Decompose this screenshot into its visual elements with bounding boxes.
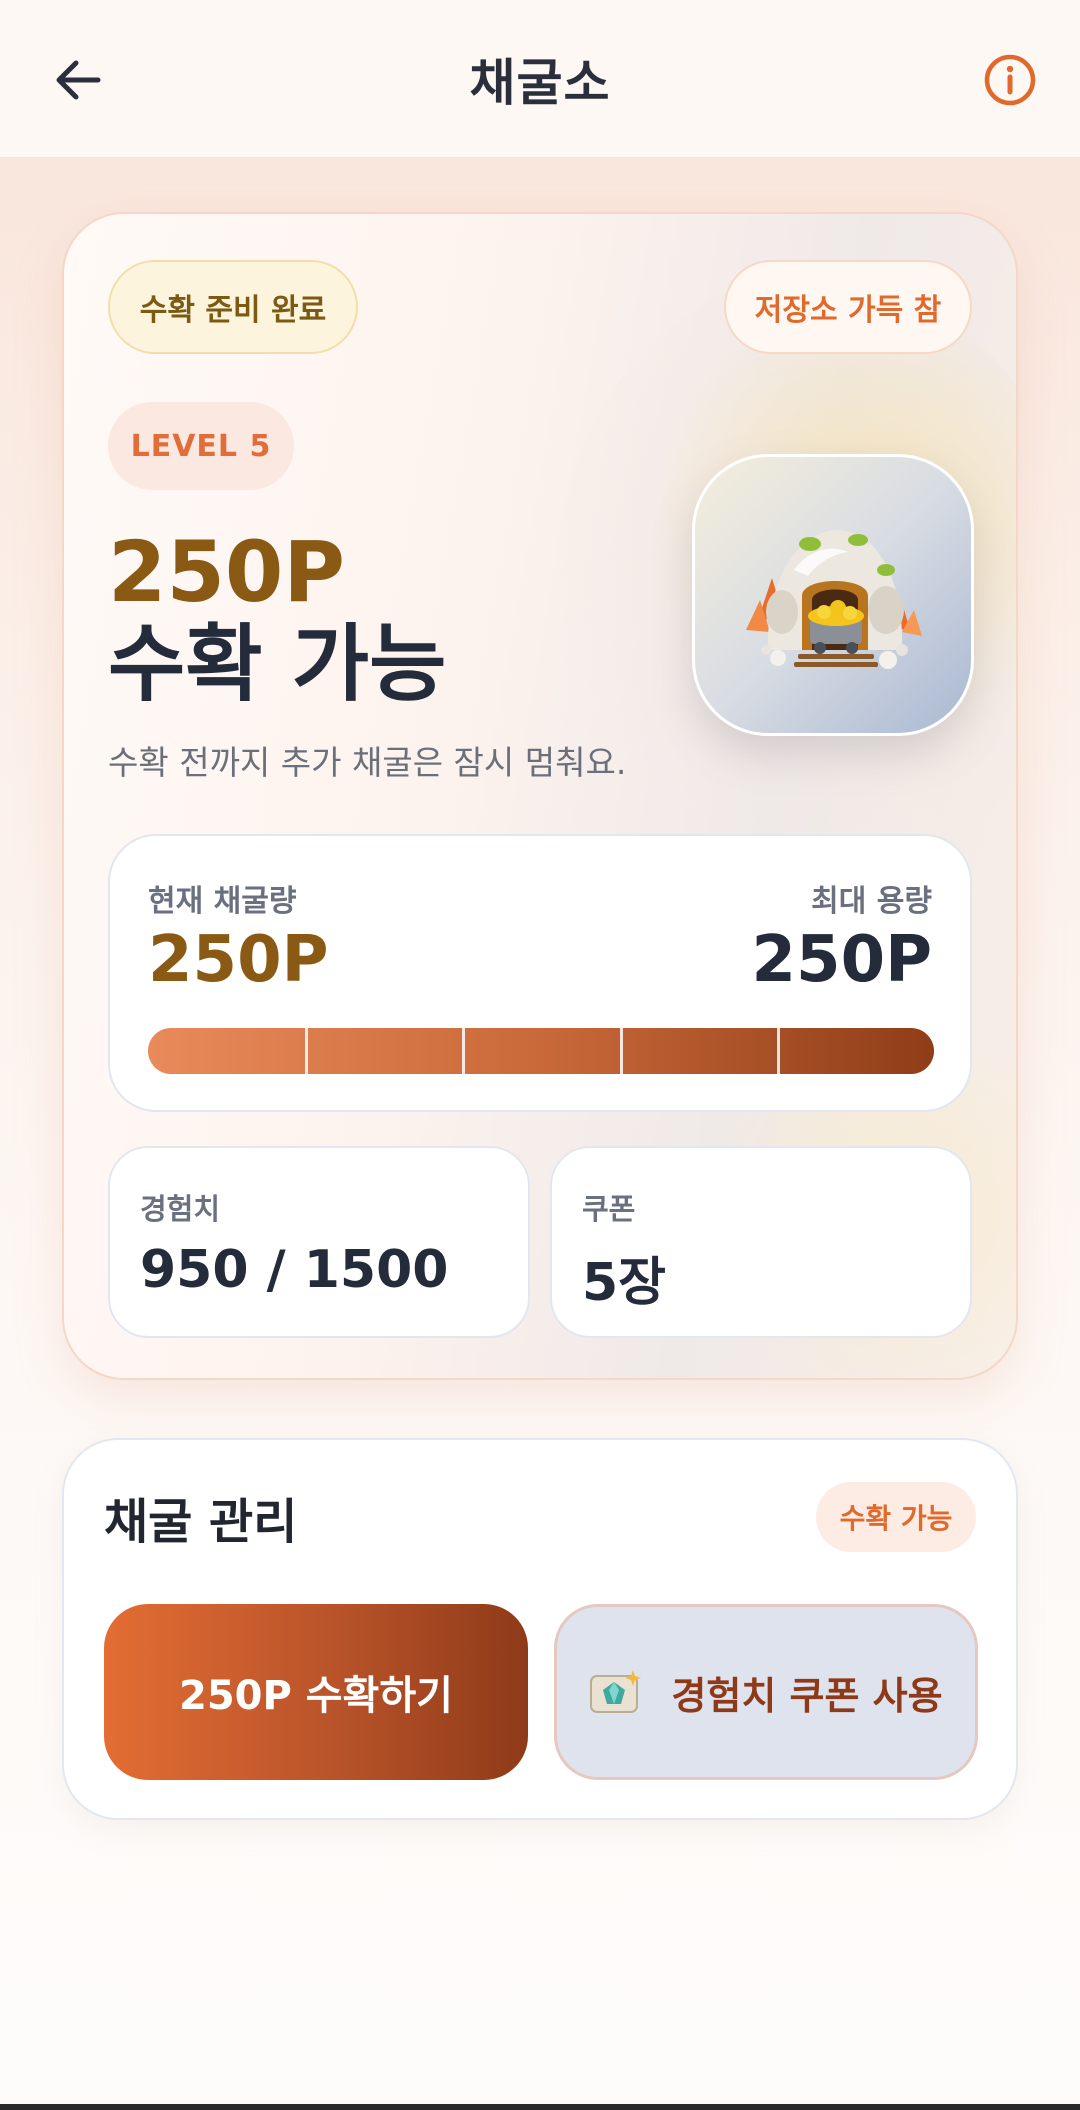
coupon-button-label: 경험치 쿠폰 사용 (671, 1673, 943, 1718)
coupon-stat: 쿠폰 5장 (550, 1146, 972, 1338)
gem-ticket-icon (590, 1670, 642, 1713)
progress-segment-divider (462, 1028, 466, 1074)
mining-management-card: 채굴 관리 수확 가능 250P 수확하기 경험치 쿠폰 사용 (62, 1438, 1018, 1820)
capacity-progress-bar (148, 1028, 934, 1074)
max-capacity-value: 250P (751, 923, 933, 997)
back-button[interactable] (50, 52, 106, 108)
harvest-button[interactable]: 250P 수확하기 (104, 1604, 528, 1780)
info-button[interactable] (982, 52, 1038, 108)
mine-illustration (692, 454, 974, 736)
app-header: 채굴소 (0, 0, 1080, 158)
mine-status-card: 수확 준비 완료 저장소 가득 참 LEVEL 5 250P 수확 가능 수확 … (62, 212, 1018, 1380)
harvest-available-badge: 수확 가능 (816, 1482, 976, 1552)
coupon-label: 쿠폰 (582, 1192, 636, 1226)
bottom-edge (0, 2104, 1080, 2110)
coupon-value: 5장 (582, 1253, 667, 1313)
page-title: 채굴소 (469, 53, 611, 112)
experience-value: 950 / 1500 (140, 1240, 449, 1300)
level-badge: LEVEL 5 (108, 402, 294, 490)
current-amount-value: 250P (148, 923, 329, 997)
mine-cart-icon (746, 530, 922, 669)
experience-stat: 경험치 950 / 1500 (108, 1146, 530, 1338)
arrow-left-icon (56, 60, 101, 100)
section-title: 채굴 관리 (104, 1494, 298, 1550)
harvestable-points: 250P (108, 523, 345, 621)
capacity-panel: 현재 채굴량 최대 용량 250P 250P (108, 834, 972, 1112)
progress-segment-divider (305, 1028, 309, 1074)
hero-subtitle: 수확 전까지 추가 채굴은 잠시 멈춰요. (108, 743, 627, 782)
capacity-progress-fill (148, 1028, 934, 1074)
experience-label: 경험치 (140, 1192, 221, 1226)
progress-segment-divider (776, 1028, 780, 1074)
max-capacity-label: 최대 용량 (811, 884, 932, 919)
current-amount-label: 현재 채굴량 (148, 884, 297, 919)
progress-segment-divider (619, 1028, 623, 1074)
status-badge-ready: 수확 준비 완료 (108, 260, 358, 354)
status-badge-full: 저장소 가득 참 (724, 260, 972, 354)
use-exp-coupon-button[interactable]: 경험치 쿠폰 사용 (554, 1604, 978, 1780)
hero-title: 수확 가능 (108, 615, 447, 713)
info-circle-icon (984, 54, 1036, 106)
harvest-button-label: 250P 수확하기 (179, 1673, 453, 1719)
